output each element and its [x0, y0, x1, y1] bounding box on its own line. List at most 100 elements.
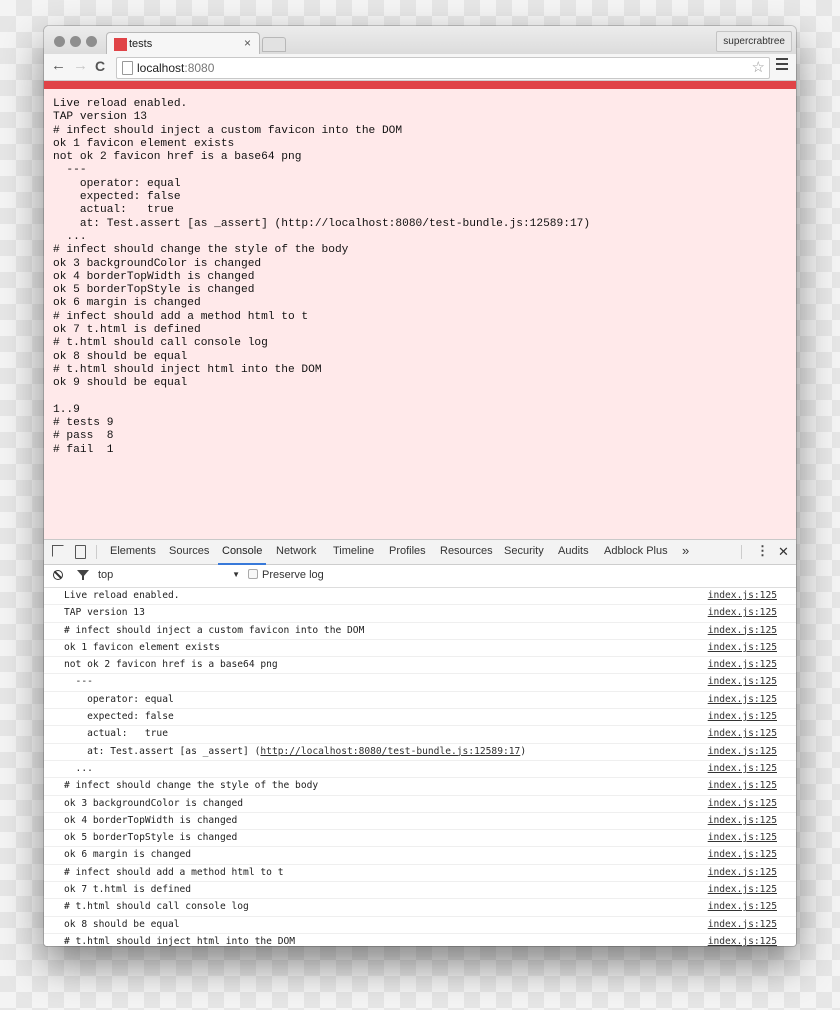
source-link[interactable]: index.js:125: [708, 605, 777, 621]
source-link[interactable]: index.js:125: [708, 813, 777, 829]
source-link[interactable]: index.js:125: [708, 640, 777, 656]
console-row: at: Test.assert [as _assert] (http://loc…: [44, 744, 796, 761]
source-link[interactable]: index.js:125: [708, 761, 777, 777]
source-link[interactable]: index.js:125: [708, 934, 777, 946]
source-link[interactable]: index.js:125: [708, 796, 777, 812]
console-message: Live reload enabled.: [64, 588, 180, 604]
new-tab-button[interactable]: [262, 37, 286, 52]
message-text: ---: [64, 676, 93, 688]
tab-elements[interactable]: Elements: [110, 545, 156, 557]
message-text: # infect should change the style of the …: [64, 780, 319, 792]
message-text: ...: [64, 762, 93, 774]
page-content: Live reload enabled. TAP version 13 # in…: [44, 89, 796, 539]
filter-icon[interactable]: [77, 570, 89, 580]
console-row: ok 3 backgroundColor is changed index.js:…: [44, 796, 796, 813]
message-text: operator: equal: [64, 693, 174, 705]
divider: [96, 545, 97, 559]
source-link[interactable]: index.js:125: [708, 847, 777, 863]
tab-resources[interactable]: Resources: [440, 545, 493, 557]
console-message: operator: equal: [64, 692, 174, 708]
console-row: --- index.js:125: [44, 674, 796, 692]
url-text[interactable]: localhost:8080: [137, 61, 214, 75]
console-row: ok 5 borderTopStyle is changed index.js:1…: [44, 830, 796, 848]
devtools-menu-icon[interactable]: ⋮: [756, 543, 769, 559]
back-arrow-icon[interactable]: ←: [51, 58, 66, 74]
source-link[interactable]: index.js:125: [708, 917, 777, 933]
console-message: ...: [64, 761, 93, 777]
console-row: ok 1 favicon element exists index.js:125: [44, 640, 796, 658]
more-tabs-icon[interactable]: »: [682, 543, 689, 558]
message-text: ok 7 t.html is defined: [64, 884, 192, 896]
bookmark-star-icon[interactable]: ☆: [752, 58, 765, 76]
devtools-tabbar: Elements Sources Console Network Timelin…: [44, 540, 796, 565]
console-row: # infect should add a method html to t in…: [44, 865, 796, 883]
console-message: # infect should inject a custom favicon …: [64, 623, 364, 639]
source-link[interactable]: index.js:125: [708, 882, 777, 898]
tab-title: tests: [129, 38, 153, 50]
source-link[interactable]: index.js:125: [708, 778, 777, 794]
source-link[interactable]: index.js:125: [708, 709, 777, 725]
message-text: # t.html should call console log: [64, 901, 249, 913]
preserve-log-checkbox[interactable]: Preserve log: [248, 569, 324, 581]
console-row: ok 8 should be equal index.js:125: [44, 917, 796, 934]
tab-close-icon[interactable]: ×: [244, 36, 251, 50]
source-link[interactable]: index.js:125: [708, 744, 777, 760]
console-row: # infect should change the style of the …: [44, 778, 796, 796]
message-text: ok 1 favicon element exists: [64, 641, 220, 653]
browser-tab[interactable]: tests ×: [106, 32, 260, 56]
message-text: at: Test.assert [as _assert] (: [64, 745, 261, 757]
message-text: # infect should inject a custom favicon …: [64, 624, 365, 636]
tab-network[interactable]: Network: [276, 545, 316, 557]
source-link[interactable]: index.js:125: [708, 692, 777, 708]
console-row: ok 4 borderTopWidth is changed index.js:1…: [44, 813, 796, 831]
console-message: # t.html should inject html into the DOM: [64, 934, 295, 946]
address-bar[interactable]: localhost:8080 ☆: [116, 57, 770, 79]
inspect-element-icon[interactable]: [52, 545, 64, 557]
tab-security[interactable]: Security: [504, 545, 544, 557]
tab-adblock-plus[interactable]: Adblock Plus: [604, 545, 668, 557]
message-text: # t.html should inject html into the DOM: [64, 935, 296, 946]
forward-arrow-icon[interactable]: →: [73, 58, 88, 74]
stack-trace-link[interactable]: http://localhost:8080/test-bundle.js:125…: [260, 746, 520, 757]
page-icon: [122, 61, 133, 75]
context-value: top: [98, 569, 114, 581]
console-row: # t.html should call console log index.js…: [44, 899, 796, 917]
source-link[interactable]: index.js:125: [708, 623, 777, 639]
source-link[interactable]: index.js:125: [708, 588, 777, 604]
source-link[interactable]: index.js:125: [708, 830, 777, 846]
maximize-window-button[interactable]: [86, 36, 97, 47]
console-message: expected: false: [64, 709, 174, 725]
tab-profiles[interactable]: Profiles: [389, 545, 426, 557]
console-row: ... index.js:125: [44, 761, 796, 779]
console-message: ok 8 should be equal: [64, 917, 180, 933]
message-text: ok 8 should be equal: [64, 918, 180, 930]
profile-button[interactable]: supercrabtree: [716, 31, 792, 52]
minimize-window-button[interactable]: [70, 36, 81, 47]
source-link[interactable]: index.js:125: [708, 726, 777, 742]
source-link[interactable]: index.js:125: [708, 899, 777, 915]
checkbox-icon[interactable]: [248, 569, 258, 579]
clear-console-icon[interactable]: [53, 570, 63, 580]
reload-icon[interactable]: C: [95, 58, 105, 74]
close-window-button[interactable]: [54, 36, 65, 47]
source-link[interactable]: index.js:125: [708, 657, 777, 673]
tab-audits[interactable]: Audits: [558, 545, 589, 557]
console-row: Live reload enabled. index.js:125: [44, 588, 796, 606]
hamburger-menu-icon[interactable]: [776, 58, 788, 73]
tab-strip: tests × supercrabtree: [44, 26, 796, 56]
source-link[interactable]: index.js:125: [708, 865, 777, 881]
tab-timeline[interactable]: Timeline: [333, 545, 374, 557]
tab-sources[interactable]: Sources: [169, 545, 209, 557]
source-link[interactable]: index.js:125: [708, 674, 777, 690]
console-message: # infect should change the style of the …: [64, 778, 318, 794]
tab-console[interactable]: Console: [217, 545, 267, 565]
close-devtools-icon[interactable]: ✕: [778, 544, 789, 560]
favicon-icon: [114, 38, 127, 51]
console-row: actual: true index.js:125: [44, 726, 796, 744]
context-select[interactable]: top ▼: [98, 569, 240, 581]
message-text: ok 4 borderTopWidth is changed: [64, 814, 238, 826]
message-text: # infect should add a method html to t: [64, 866, 284, 878]
url-host: localhost: [137, 61, 185, 75]
console-message: not ok 2 favicon href is a base64 png: [64, 657, 278, 673]
device-mode-icon[interactable]: [75, 545, 86, 559]
